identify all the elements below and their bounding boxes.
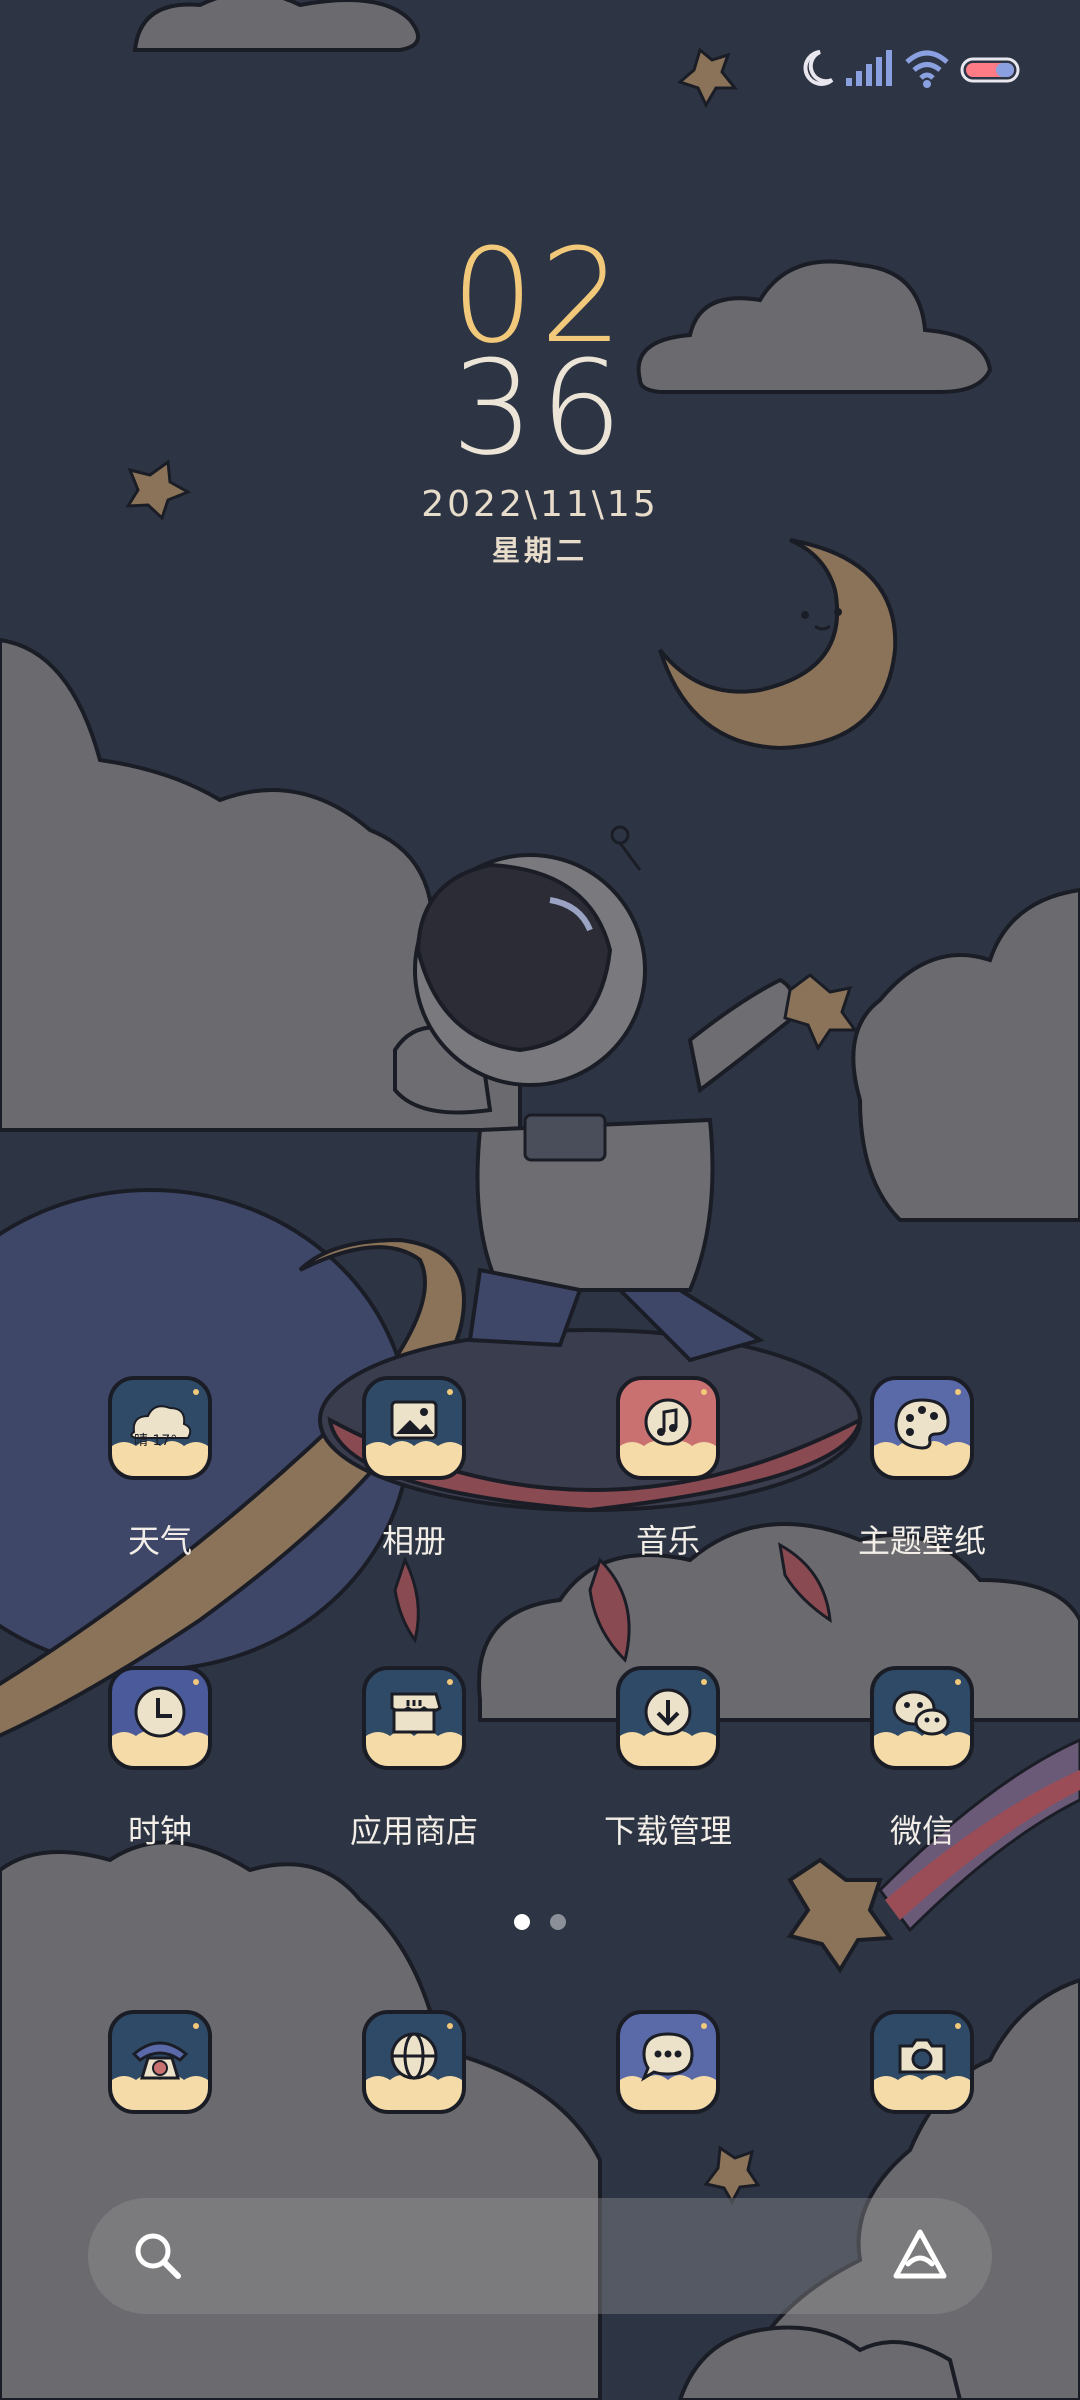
clock-minutes: 36 <box>451 332 629 484</box>
app-label-downloads: 下载管理 <box>603 1812 732 1850</box>
app-label-music: 音乐 <box>635 1522 700 1560</box>
app-label-gallery: 相册 <box>381 1522 446 1560</box>
assistant-icon[interactable] <box>890 2226 950 2286</box>
app-themes[interactable]: 主题壁纸 <box>822 1376 1022 1562</box>
app-label-app-store: 应用商店 <box>349 1812 478 1850</box>
page-dot-active[interactable] <box>514 1914 530 1930</box>
home-screen: 02 36 2022\11\15 星期二 晴 17° 天气 相册 音乐 主题壁纸… <box>0 0 1080 2400</box>
app-app-store[interactable]: 应用商店 <box>314 1666 514 1852</box>
camera-icon <box>870 2010 974 2114</box>
browser-icon <box>362 2010 466 2114</box>
dock-camera[interactable] <box>822 2010 1022 2114</box>
phone-icon <box>108 2010 212 2114</box>
search-bar[interactable] <box>88 2198 992 2314</box>
clock-widget[interactable]: 02 36 2022\11\15 星期二 <box>0 231 1080 569</box>
app-clock[interactable]: 时钟 <box>60 1666 260 1852</box>
download-icon <box>616 1666 720 1770</box>
battery-icon <box>960 57 1020 83</box>
app-label-wechat: 微信 <box>889 1812 954 1850</box>
wifi-icon <box>905 50 949 88</box>
weather-icon-text: 晴 17° <box>134 1433 178 1449</box>
clock-weekday: 星期二 <box>491 534 588 567</box>
dock-phone[interactable] <box>60 2010 260 2114</box>
app-weather[interactable]: 晴 17° 天气 <box>60 1376 260 1562</box>
clock-icon <box>108 1666 212 1770</box>
dock-browser[interactable] <box>314 2010 514 2114</box>
status-bar <box>0 40 1080 100</box>
do-not-disturb-moon-icon <box>803 50 834 86</box>
wechat-icon <box>870 1666 974 1770</box>
app-gallery[interactable]: 相册 <box>314 1376 514 1562</box>
app-label-weather: 天气 <box>127 1522 192 1560</box>
app-downloads[interactable]: 下载管理 <box>568 1666 768 1852</box>
search-icon[interactable] <box>132 2230 184 2282</box>
app-music[interactable]: 音乐 <box>568 1376 768 1562</box>
app-label-clock: 时钟 <box>127 1812 192 1850</box>
page-dot[interactable] <box>550 1914 566 1930</box>
dock-messages[interactable] <box>568 2010 768 2114</box>
weather-icon: 晴 17° <box>108 1376 212 1480</box>
app-label-themes: 主题壁纸 <box>857 1522 986 1560</box>
clock-date: 2022\11\15 <box>421 484 659 525</box>
cellular-signal-icon <box>846 50 892 86</box>
music-icon <box>616 1376 720 1480</box>
messages-icon <box>616 2010 720 2114</box>
page-indicator[interactable] <box>500 1914 580 1934</box>
app-store-icon <box>362 1666 466 1770</box>
gallery-icon <box>362 1376 466 1480</box>
themes-palette-icon <box>870 1376 974 1480</box>
app-wechat[interactable]: 微信 <box>822 1666 1022 1852</box>
